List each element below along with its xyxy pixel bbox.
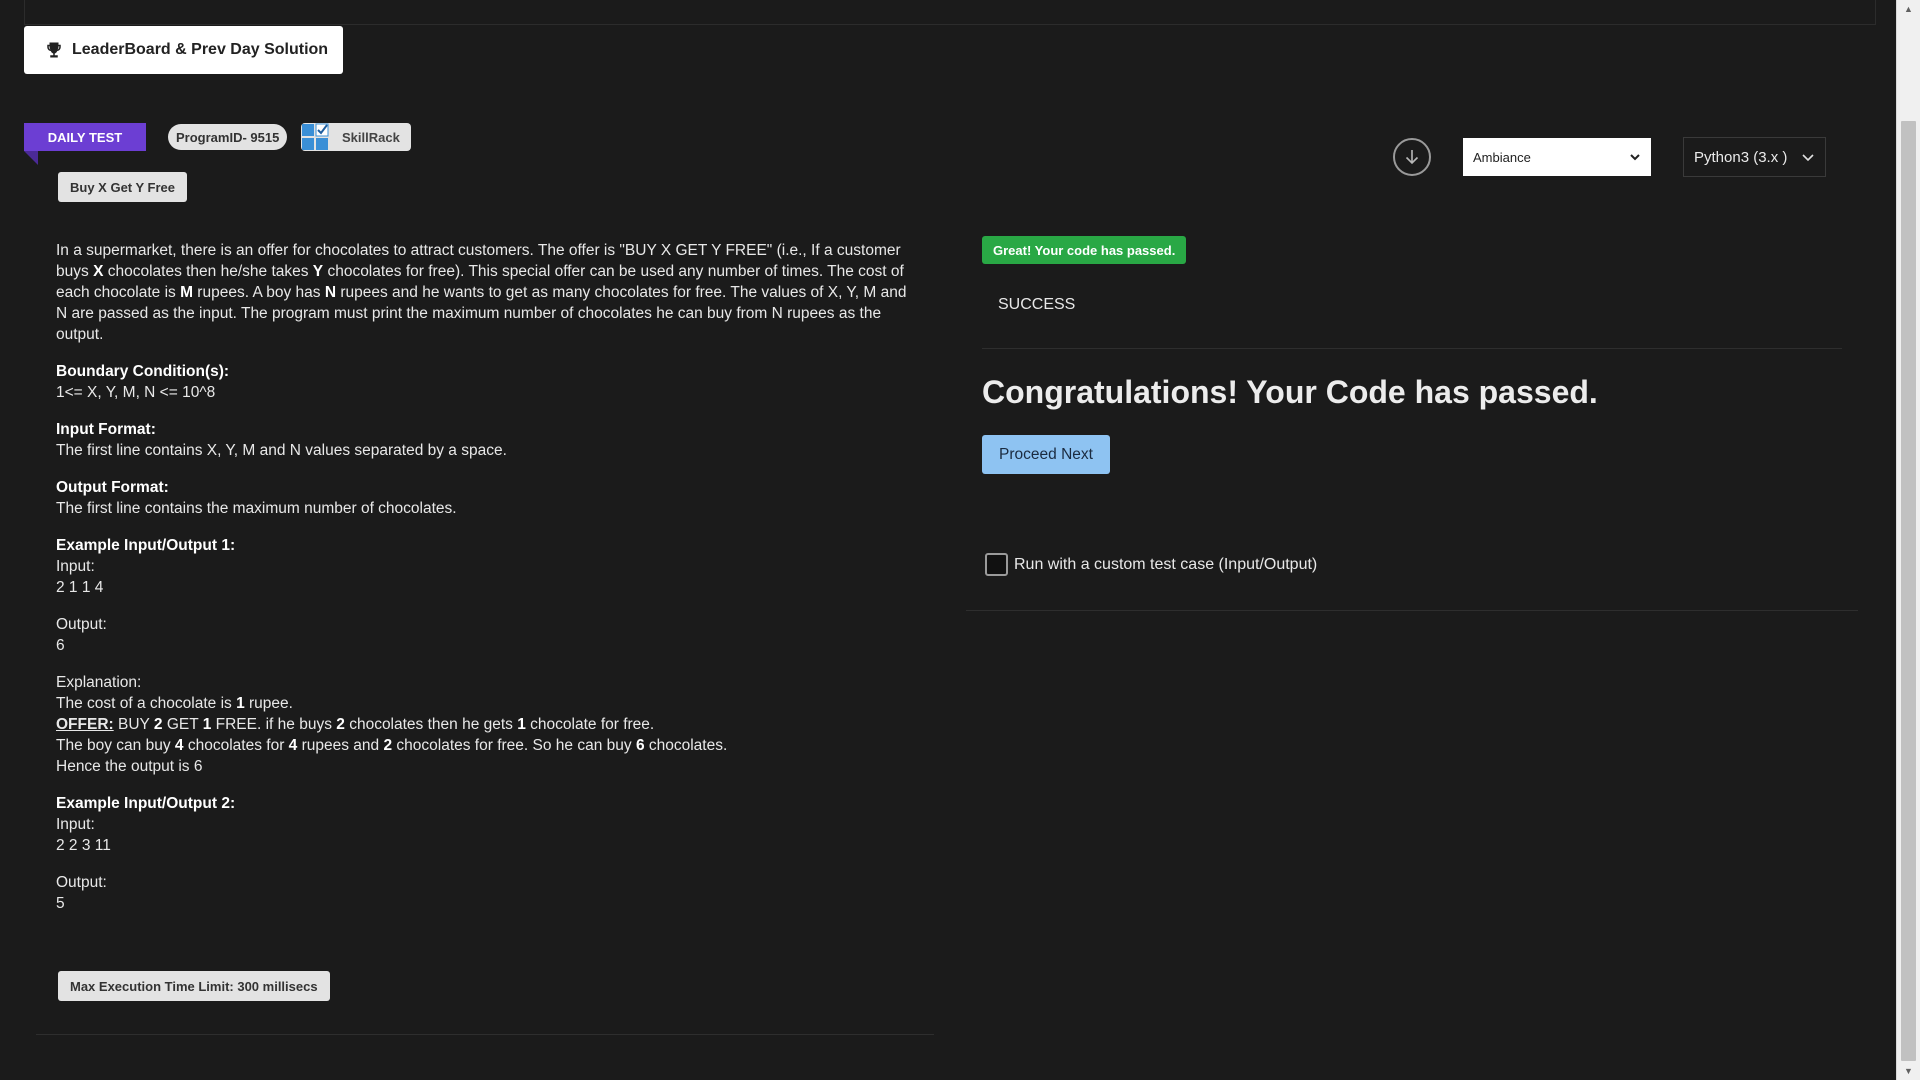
page-scrollbar[interactable]: ▲ ▼ — [1896, 0, 1920, 1080]
leaderboard-button-label: LeaderBoard & Prev Day Solution — [72, 41, 329, 58]
example2-output-section: Output: 5 — [56, 874, 107, 912]
problem-statement: In a supermarket, there is an offer for … — [56, 240, 916, 930]
proceed-next-button[interactable]: Proceed Next — [982, 435, 1110, 474]
pass-status-badge: Great! Your code has passed. — [982, 236, 1187, 264]
success-output: SUCCESS — [998, 296, 1076, 313]
custom-test-row: Run with a custom test case (Input/Outpu… — [985, 553, 1317, 576]
skillrack-logo-icon — [302, 123, 329, 150]
custom-test-checkbox[interactable] — [985, 553, 1008, 576]
output-format-heading: Output Format: — [56, 479, 169, 496]
example2-input: 2 2 3 11 — [56, 837, 111, 854]
output-format-text: The first line contains the maximum numb… — [56, 500, 457, 517]
execution-time-tag: Max Execution Time Limit: 300 millisecs — [58, 971, 330, 1001]
example1-output-section: Output: 6 — [56, 616, 107, 654]
chevron-down-icon — [1802, 154, 1814, 162]
example2-input-section: Example Input/Output 2: Input: 2 2 3 11 — [56, 795, 236, 854]
scroll-up-arrow-icon[interactable]: ▲ — [1897, 0, 1920, 18]
boundary-heading: Boundary Condition(s): — [56, 363, 230, 380]
example2-heading: Example Input/Output 2: — [56, 795, 236, 812]
theme-select[interactable]: Ambiance — [1463, 138, 1651, 176]
problem-description: In a supermarket, there is an offer for … — [56, 242, 907, 343]
left-divider — [36, 1034, 934, 1035]
problem-title-tag: Buy X Get Y Free — [58, 172, 188, 202]
input-format-section: Input Format: The first line contains X, … — [56, 419, 916, 461]
example1-output: 6 — [56, 637, 65, 654]
language-select[interactable]: Python3 (3.x ) — [1683, 137, 1826, 177]
leaderboard-button[interactable]: LeaderBoard & Prev Day Solution — [24, 26, 343, 74]
top-bar — [24, 0, 1876, 25]
scroll-thumb[interactable] — [1901, 121, 1916, 1061]
example2-output: 5 — [56, 895, 65, 912]
daily-test-ribbon: DAILY TEST — [24, 123, 146, 151]
chevron-down-icon — [1630, 154, 1640, 161]
input-format-text: The first line contains X, Y, M and N va… — [56, 442, 507, 459]
explanation-section: Explanation: The cost of a chocolate is … — [56, 674, 728, 775]
input-format-heading: Input Format: — [56, 421, 156, 438]
example1-input: 2 1 1 4 — [56, 579, 104, 596]
theme-select-value: Ambiance — [1473, 149, 1531, 165]
example1-heading: Example Input/Output 1: — [56, 537, 236, 554]
boundary-text: 1<= X, Y, M, N <= 10^8 — [56, 384, 216, 401]
boundary-section: Boundary Condition(s): 1<= X, Y, M, N <= … — [56, 361, 916, 403]
output-format-section: Output Format: The first line contains th… — [56, 477, 916, 519]
language-select-value: Python3 (3.x ) — [1694, 148, 1788, 166]
congrats-heading: Congratulations! Your Code has passed. — [982, 374, 1598, 410]
ribbon-tail — [24, 151, 38, 165]
scroll-down-arrow-icon[interactable]: ▼ — [1897, 1062, 1920, 1080]
program-id-badge: ProgramID- 9515 — [168, 124, 288, 150]
result-divider — [982, 348, 1842, 349]
arrow-down-circle-icon — [1405, 150, 1419, 165]
skillrack-badge: SkillRack — [301, 123, 411, 151]
download-button[interactable] — [1393, 138, 1431, 176]
custom-test-label[interactable]: Run with a custom test case (Input/Outpu… — [1014, 556, 1317, 574]
skillrack-label: SkillRack — [342, 129, 400, 145]
example1-input-section: Example Input/Output 1: Input: 2 1 1 4 — [56, 537, 236, 596]
trophy-icon — [44, 40, 64, 60]
panel-divider — [966, 610, 1858, 611]
